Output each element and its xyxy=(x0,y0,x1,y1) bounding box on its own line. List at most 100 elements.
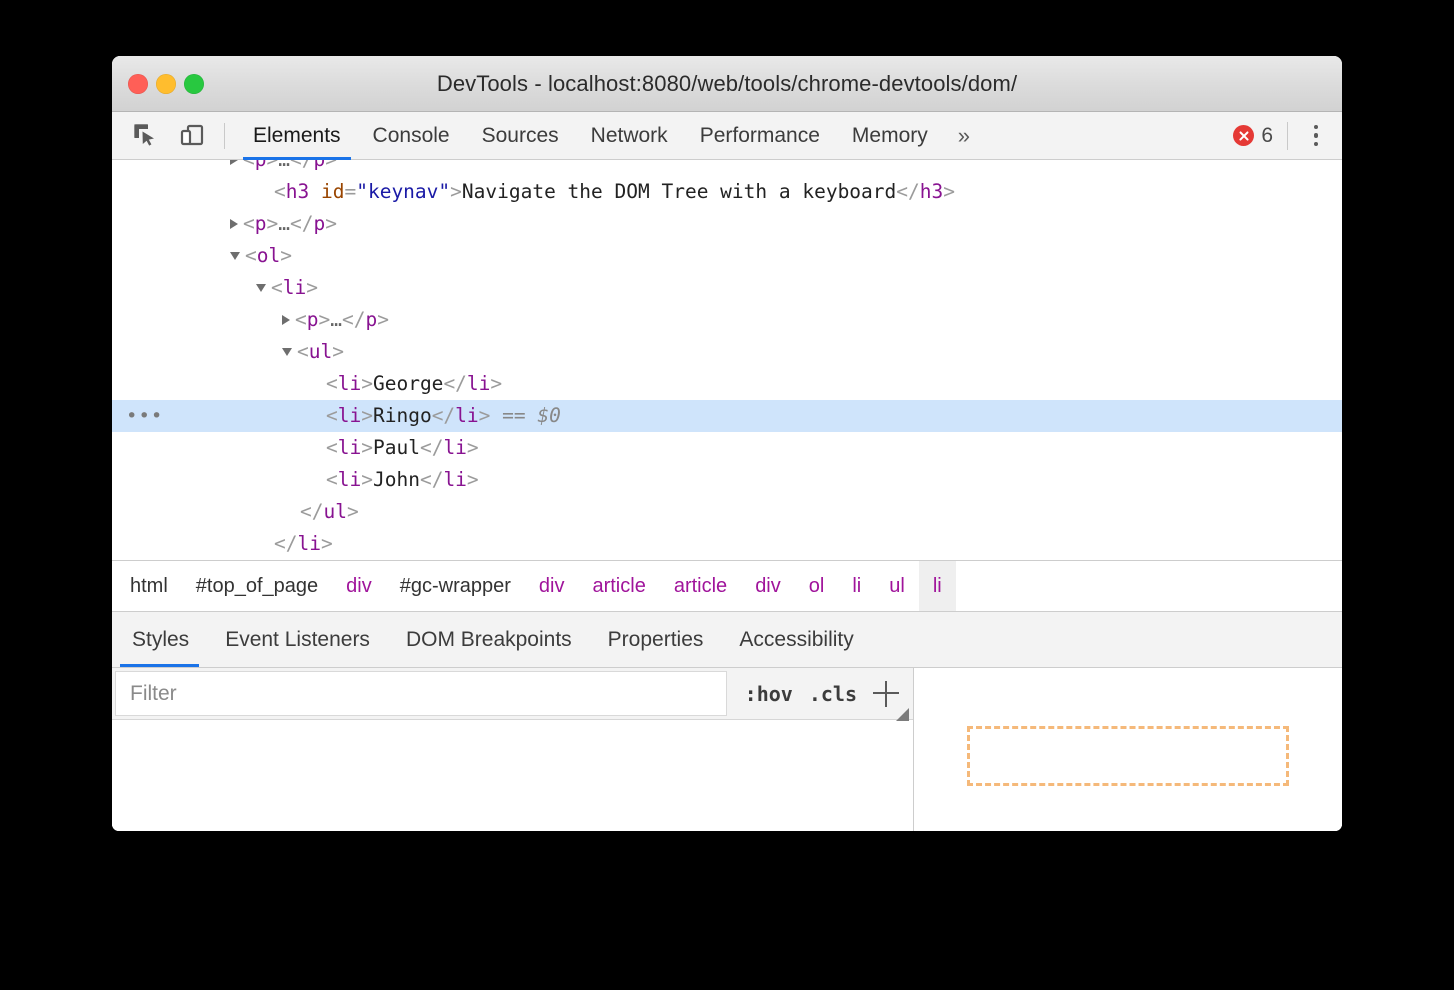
dom-row-content: </li> xyxy=(256,532,333,555)
tab-network-label: Network xyxy=(591,124,668,148)
token-tag: p xyxy=(313,160,325,171)
breadcrumb-item-div-7[interactable]: div xyxy=(741,561,795,611)
collapse-triangle-icon[interactable] xyxy=(256,284,266,292)
tab-console-label: Console xyxy=(373,124,450,148)
token-ell: … xyxy=(330,308,342,331)
token-tag: li xyxy=(338,404,361,427)
device-toolbar-icon[interactable] xyxy=(174,118,210,154)
token-tag: p xyxy=(365,308,377,331)
sidebar-tabs: StylesEvent ListenersDOM BreakpointsProp… xyxy=(112,612,1342,668)
breadcrumb-item-ol-8[interactable]: ol xyxy=(795,561,839,611)
inspect-element-icon[interactable] xyxy=(128,118,164,154)
collapse-triangle-icon[interactable] xyxy=(282,348,292,356)
token-punct: > xyxy=(467,468,479,491)
token-punct: > xyxy=(267,212,279,235)
token-punct: </ xyxy=(420,436,443,459)
token-text: Navigate the DOM Tree with a keyboard xyxy=(462,180,896,203)
dom-tree-row[interactable]: <li>George</li> xyxy=(112,368,1342,400)
collapse-triangle-icon[interactable] xyxy=(230,252,240,260)
breadcrumb-item-div-4[interactable]: div xyxy=(525,561,579,611)
expand-triangle-icon[interactable] xyxy=(230,160,238,165)
expand-triangle-icon[interactable] xyxy=(230,219,238,229)
tab-performance[interactable]: Performance xyxy=(684,112,836,160)
sidebar-tab-styles[interactable]: Styles xyxy=(112,612,207,667)
token-tag: h3 xyxy=(920,180,943,203)
breadcrumb-item-li-9[interactable]: li xyxy=(838,561,875,611)
breadcrumb: html#top_of_pagediv#gc-wrapperdivarticle… xyxy=(112,560,1342,612)
error-count-badge[interactable]: 6 xyxy=(1233,124,1273,148)
dom-row-content: <p>…</p> xyxy=(282,308,389,331)
breadcrumb-item-li-11[interactable]: li xyxy=(919,561,956,611)
dom-tree-row[interactable]: </ul> xyxy=(112,496,1342,528)
breadcrumb-item-gcwrapper-3[interactable]: #gc-wrapper xyxy=(386,561,525,611)
resize-grip-icon[interactable] xyxy=(896,708,909,721)
tab-elements[interactable]: Elements xyxy=(237,112,357,160)
sidebar-tab-dom-breakpoints[interactable]: DOM Breakpoints xyxy=(388,612,590,667)
tab-console[interactable]: Console xyxy=(357,112,466,160)
toggle-hover-state-button[interactable]: :hov xyxy=(745,682,793,706)
dom-tree-row[interactable]: </li> xyxy=(112,528,1342,560)
token-tag: li xyxy=(338,468,361,491)
token-tag: p xyxy=(255,212,267,235)
more-tabs-icon[interactable]: » xyxy=(944,112,984,160)
breadcrumb-item-div-2[interactable]: div xyxy=(332,561,386,611)
box-model-diagram[interactable] xyxy=(967,726,1289,786)
dom-tree-row[interactable]: <p>…</p> xyxy=(112,304,1342,336)
dom-tree-row-selected[interactable]: •••<li>Ringo</li> == $0 xyxy=(112,400,1342,432)
dom-row-content: <li>John</li> xyxy=(308,468,479,491)
toolbar-divider xyxy=(224,123,225,149)
dom-tree-row[interactable]: <p>…</p> xyxy=(112,208,1342,240)
breadcrumb-item-html-0[interactable]: html xyxy=(112,561,182,611)
token-eqeq: == xyxy=(490,404,537,427)
dom-tree-row[interactable]: <li>Paul</li> xyxy=(112,432,1342,464)
tab-memory[interactable]: Memory xyxy=(836,112,944,160)
token-tag: h3 xyxy=(286,180,309,203)
devtools-window: DevTools - localhost:8080/web/tools/chro… xyxy=(112,56,1342,831)
token-punct: < xyxy=(271,276,283,299)
dom-tree-panel[interactable]: <p>…</p><h3 id="keynav">Navigate the DOM… xyxy=(112,160,1342,560)
token-text: George xyxy=(373,372,443,395)
token-tag: ol xyxy=(257,244,280,267)
token-punct: = xyxy=(344,180,356,203)
plus-icon[interactable] xyxy=(873,681,899,707)
dom-tree-rows: <p>…</p><h3 id="keynav">Navigate the DOM… xyxy=(112,160,1342,560)
breadcrumb-item-article-6[interactable]: article xyxy=(660,561,741,611)
tab-sources-label: Sources xyxy=(482,124,559,148)
tab-network[interactable]: Network xyxy=(575,112,684,160)
breadcrumb-item-ul-10[interactable]: ul xyxy=(875,561,919,611)
sidebar-tab-accessibility[interactable]: Accessibility xyxy=(721,612,871,667)
styles-pane: Filter :hov .cls xyxy=(112,668,1342,831)
token-punct: > xyxy=(361,372,373,395)
twisty-spacer xyxy=(256,543,269,544)
toolbar-right-group: 6 xyxy=(1233,120,1342,152)
token-punct: < xyxy=(243,212,255,235)
token-punct: > xyxy=(332,340,344,363)
error-count-label: 6 xyxy=(1261,124,1273,148)
expand-triangle-icon[interactable] xyxy=(282,315,290,325)
breadcrumb-item-topofpage-1[interactable]: #top_of_page xyxy=(182,561,332,611)
dom-tree-row[interactable]: <ul> xyxy=(112,336,1342,368)
filter-input[interactable]: Filter xyxy=(115,671,727,716)
token-text xyxy=(309,180,321,203)
dom-row-content: <li>George</li> xyxy=(308,372,502,395)
dom-tree-row[interactable]: <ol> xyxy=(112,240,1342,272)
token-punct: > xyxy=(361,468,373,491)
token-tag: li xyxy=(443,468,466,491)
token-punct: > xyxy=(479,404,491,427)
dom-tree-row[interactable]: <h3 id="keynav">Navigate the DOM Tree wi… xyxy=(112,176,1342,208)
toggle-class-button[interactable]: .cls xyxy=(809,682,857,706)
sidebar-tab-properties[interactable]: Properties xyxy=(590,612,722,667)
token-punct: > xyxy=(361,436,373,459)
token-punct: < xyxy=(326,372,338,395)
dom-tree-row[interactable]: <li>John</li> xyxy=(112,464,1342,496)
tab-sources[interactable]: Sources xyxy=(466,112,575,160)
dom-tree-row[interactable]: <li> xyxy=(112,272,1342,304)
more-options-icon[interactable] xyxy=(1302,120,1330,152)
token-punct: > xyxy=(267,160,279,171)
devtools-toolbar: Elements Console Sources Network Perform… xyxy=(112,112,1342,160)
dom-tree-row[interactable]: <p>…</p> xyxy=(112,160,1342,176)
sidebar-tab-event-listeners[interactable]: Event Listeners xyxy=(207,612,388,667)
token-punct: < xyxy=(245,244,257,267)
row-overflow-ellipsis[interactable]: ••• xyxy=(126,400,163,432)
breadcrumb-item-article-5[interactable]: article xyxy=(578,561,659,611)
